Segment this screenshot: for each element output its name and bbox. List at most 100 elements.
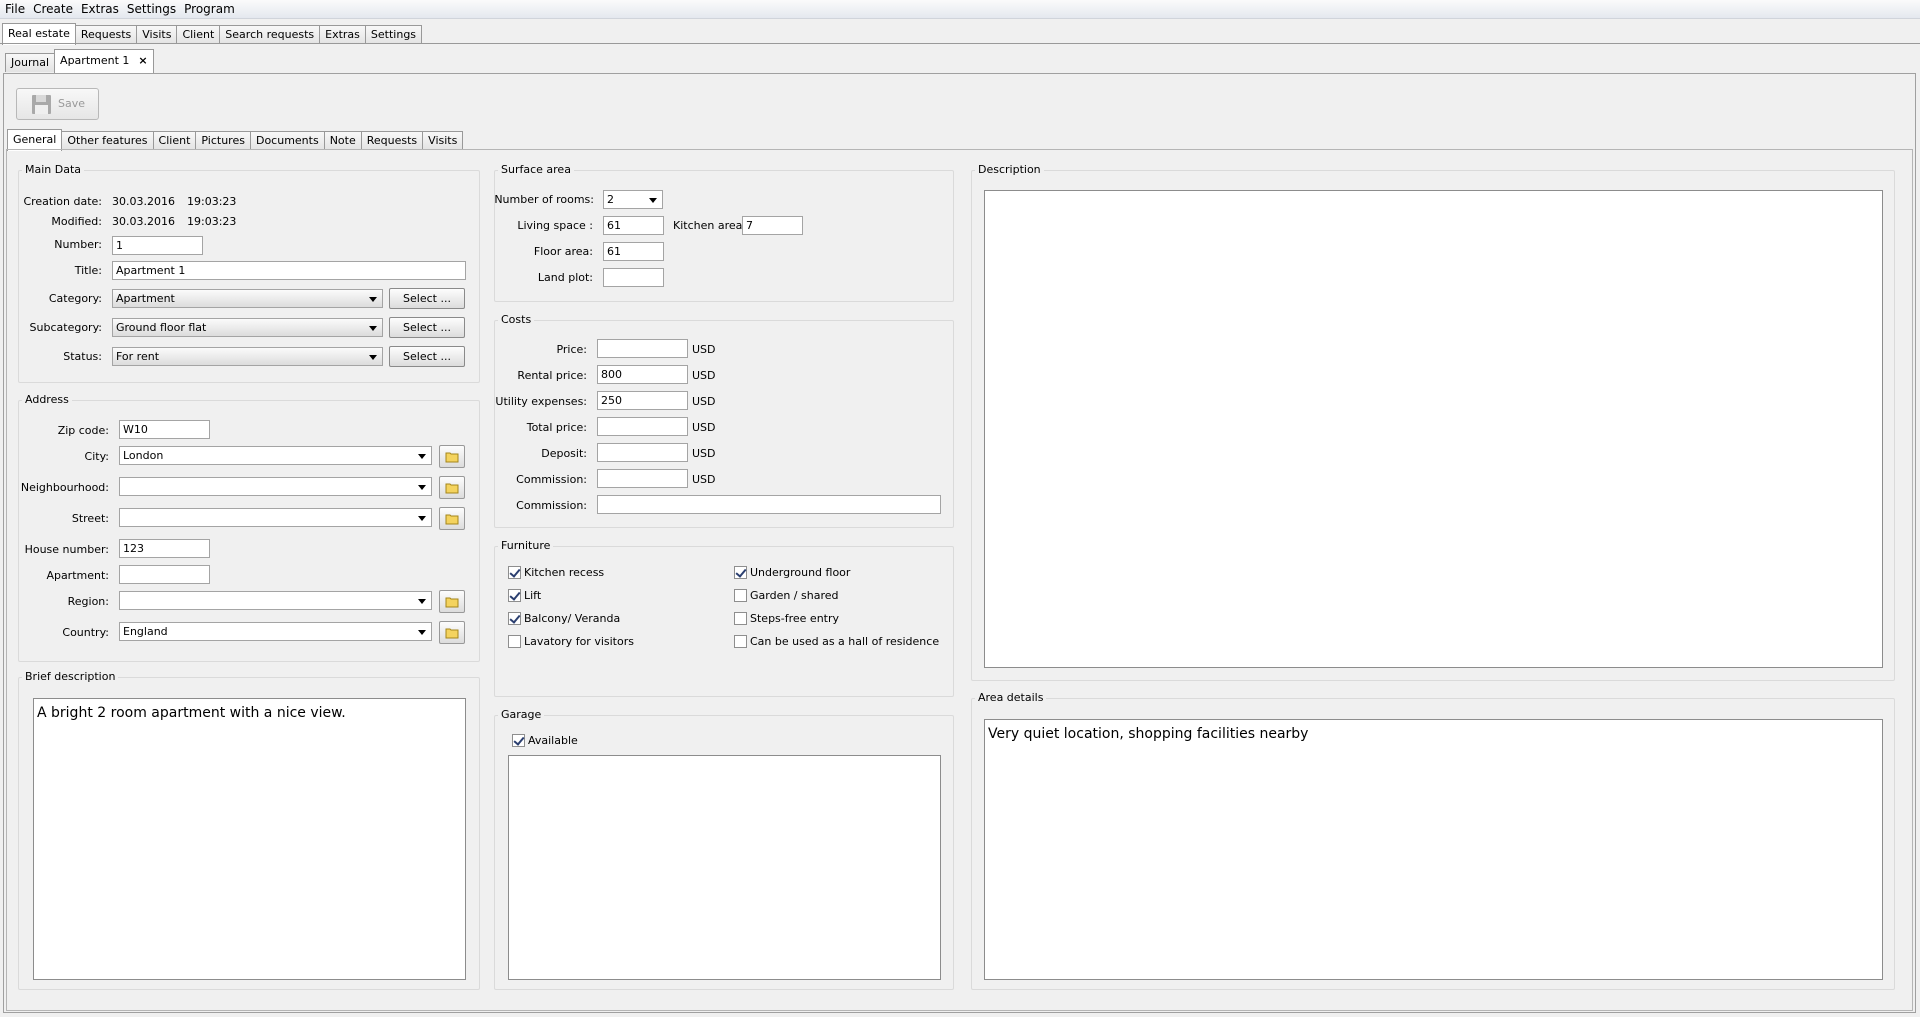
close-icon[interactable]: × bbox=[138, 54, 147, 67]
tab-search-requests[interactable]: Search requests bbox=[219, 25, 321, 44]
zip-field[interactable]: W10 bbox=[119, 420, 210, 439]
tab-real-estate[interactable]: Real estate bbox=[2, 23, 76, 45]
tab-pictures[interactable]: Pictures bbox=[195, 131, 251, 150]
garden-checkbox[interactable]: Garden / shared bbox=[734, 588, 839, 603]
price-field[interactable] bbox=[597, 339, 688, 358]
rental-price-field[interactable]: 800 bbox=[597, 365, 688, 384]
subcategory-select-button[interactable]: Select ... bbox=[389, 317, 465, 338]
status-select[interactable]: For rent bbox=[112, 347, 383, 366]
apartment-field[interactable] bbox=[119, 565, 210, 584]
city-select[interactable]: London bbox=[119, 446, 432, 465]
region-browse-button[interactable] bbox=[439, 590, 465, 613]
category-value: Apartment bbox=[116, 292, 175, 305]
area-details-textarea[interactable]: Very quiet location, shopping facilities… bbox=[984, 719, 1883, 980]
status-select-button[interactable]: Select ... bbox=[389, 346, 465, 367]
tab-visits[interactable]: Visits bbox=[136, 25, 178, 44]
garage-title: Garage bbox=[498, 708, 545, 721]
garage-textarea[interactable] bbox=[508, 755, 941, 980]
folder-icon bbox=[445, 597, 459, 608]
city-value: London bbox=[123, 449, 164, 462]
tab-general[interactable]: General bbox=[7, 129, 63, 151]
save-label: Save bbox=[58, 97, 86, 110]
checkbox-unchecked-icon bbox=[734, 634, 747, 648]
menu-create[interactable]: Create bbox=[28, 0, 76, 19]
furniture-title: Furniture bbox=[498, 539, 554, 552]
commission-note-field[interactable] bbox=[597, 495, 941, 514]
land-plot-label: Land plot: bbox=[537, 271, 593, 284]
chevron-down-icon bbox=[418, 630, 426, 635]
tab-requests[interactable]: Requests bbox=[74, 25, 138, 44]
tab-client-info[interactable]: Client bbox=[152, 131, 197, 150]
rooms-value: 2 bbox=[607, 193, 614, 206]
deposit-field[interactable] bbox=[597, 443, 688, 462]
menu-settings[interactable]: Settings bbox=[122, 0, 179, 19]
tab-form-requests[interactable]: Requests bbox=[360, 131, 424, 150]
subcategory-value: Ground floor flat bbox=[116, 321, 207, 334]
land-plot-field[interactable] bbox=[603, 268, 664, 287]
lavatory-checkbox[interactable]: Lavatory for visitors bbox=[508, 634, 634, 649]
street-select[interactable] bbox=[119, 508, 432, 527]
menu-extras[interactable]: Extras bbox=[76, 0, 122, 19]
subcategory-select[interactable]: Ground floor flat bbox=[112, 318, 383, 337]
street-browse-button[interactable] bbox=[439, 507, 465, 530]
city-browse-button[interactable] bbox=[439, 445, 465, 468]
balcony-checkbox[interactable]: Balcony/ Veranda bbox=[508, 611, 621, 626]
tab-journal[interactable]: Journal bbox=[5, 53, 56, 72]
brief-description-textarea[interactable]: A bright 2 room apartment with a nice vi… bbox=[33, 698, 466, 980]
living-space-field[interactable]: 61 bbox=[603, 216, 664, 235]
rooms-select[interactable]: 2 bbox=[603, 190, 663, 209]
kitchen-area-field[interactable]: 7 bbox=[742, 216, 803, 235]
house-number-field[interactable]: 123 bbox=[119, 539, 210, 558]
underground-floor-checkbox[interactable]: Underground floor bbox=[734, 565, 850, 580]
region-select[interactable] bbox=[119, 591, 432, 610]
country-select[interactable]: England bbox=[119, 622, 432, 641]
rooms-label: Number of rooms: bbox=[494, 193, 594, 206]
chevron-down-icon bbox=[369, 326, 377, 331]
main-tab-divider bbox=[0, 43, 1920, 44]
tab-settings[interactable]: Settings bbox=[364, 25, 423, 44]
tab-apartment-1[interactable]: Apartment 1 × bbox=[54, 49, 154, 73]
folder-icon bbox=[445, 514, 459, 525]
lift-checkbox[interactable]: Lift bbox=[508, 588, 542, 603]
rental-price-label: Rental price: bbox=[517, 369, 587, 382]
rental-price-currency: USD bbox=[692, 369, 716, 382]
tab-documents[interactable]: Documents bbox=[249, 131, 325, 150]
description-title: Description bbox=[975, 163, 1044, 176]
category-select-button[interactable]: Select ... bbox=[389, 288, 465, 309]
neighbourhood-label: Neighbourhood: bbox=[20, 481, 109, 494]
menu-program[interactable]: Program bbox=[179, 0, 238, 19]
total-price-field[interactable] bbox=[597, 417, 688, 436]
hall-of-residence-checkbox[interactable]: Can be used as a hall of residence bbox=[734, 634, 939, 649]
checkbox-checked-icon bbox=[734, 565, 747, 579]
description-textarea[interactable] bbox=[984, 190, 1883, 668]
save-button[interactable]: Save bbox=[16, 88, 99, 120]
menu-file[interactable]: File bbox=[0, 0, 28, 19]
country-value: England bbox=[123, 625, 168, 638]
commission-field[interactable] bbox=[597, 469, 688, 488]
balcony-label: Balcony/ Veranda bbox=[524, 612, 621, 625]
area-details-title: Area details bbox=[975, 691, 1047, 704]
chevron-down-icon bbox=[418, 599, 426, 604]
kitchen-recess-checkbox[interactable]: Kitchen recess bbox=[508, 565, 604, 580]
steps-free-checkbox[interactable]: Steps-free entry bbox=[734, 611, 839, 626]
utility-expenses-label: Utility expenses: bbox=[495, 395, 587, 408]
tab-client[interactable]: Client bbox=[176, 25, 221, 44]
neighbourhood-browse-button[interactable] bbox=[439, 476, 465, 499]
tab-form-visits[interactable]: Visits bbox=[422, 131, 464, 150]
title-field[interactable]: Apartment 1 bbox=[112, 261, 466, 280]
costs-title: Costs bbox=[498, 313, 535, 326]
category-select[interactable]: Apartment bbox=[112, 289, 383, 308]
tab-note[interactable]: Note bbox=[323, 131, 362, 150]
floor-area-field[interactable]: 61 bbox=[603, 242, 664, 261]
number-field[interactable]: 1 bbox=[112, 236, 203, 255]
neighbourhood-select[interactable] bbox=[119, 477, 432, 496]
street-label: Street: bbox=[71, 512, 109, 525]
tab-extras[interactable]: Extras bbox=[319, 25, 366, 44]
garage-available-checkbox[interactable]: Available bbox=[512, 733, 578, 748]
menu-bar: File Create Extras Settings Program bbox=[0, 0, 1920, 19]
tab-other-features[interactable]: Other features bbox=[61, 131, 154, 150]
country-browse-button[interactable] bbox=[439, 621, 465, 644]
utility-expenses-field[interactable]: 250 bbox=[597, 391, 688, 410]
chevron-down-icon bbox=[369, 297, 377, 302]
lift-label: Lift bbox=[524, 589, 542, 602]
